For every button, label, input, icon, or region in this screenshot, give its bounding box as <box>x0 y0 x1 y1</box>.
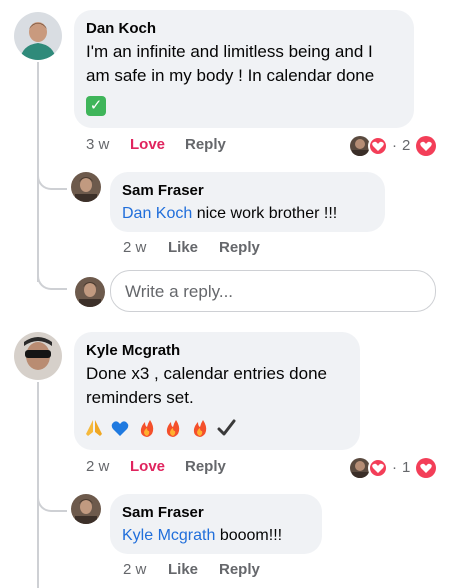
love-reaction-button[interactable]: Love <box>130 136 165 153</box>
avatar-dan-koch[interactable] <box>14 12 62 60</box>
reply-button[interactable]: Reply <box>185 136 226 153</box>
thread-branch <box>37 160 67 190</box>
reply-author[interactable]: Sam Fraser <box>122 504 204 521</box>
avatar-sam-fraser[interactable] <box>71 172 101 202</box>
reply-text: Kyle Mcgrath booom!!! <box>122 524 282 548</box>
comment-author[interactable]: Kyle Mcgrath <box>86 342 180 359</box>
reactor-avatar <box>350 458 370 478</box>
avatar-current-user <box>75 277 105 307</box>
reaction-separator: · <box>392 459 397 476</box>
reply-bubble: Sam Fraser Kyle Mcgrath booom!!! <box>110 494 322 554</box>
mention-link[interactable]: Dan Koch <box>122 205 192 222</box>
check-icon: ✓ <box>86 96 106 116</box>
reply-button[interactable]: Reply <box>185 458 226 475</box>
comment-timestamp[interactable]: 2 w <box>86 458 109 475</box>
reply-text: Dan Koch nice work brother !!! <box>122 202 337 226</box>
reaction-count: 1 <box>402 459 411 476</box>
reply-text-body: booom!!! <box>215 527 283 544</box>
avatar-sam-fraser[interactable] <box>71 494 101 524</box>
fire-icon <box>190 418 210 438</box>
check-mark-icon <box>216 418 236 438</box>
emoji-line <box>84 418 236 438</box>
blue-heart-icon <box>110 418 130 438</box>
love-reaction-button[interactable]: Love <box>130 458 165 475</box>
mention-link[interactable]: Kyle Mcgrath <box>122 527 215 544</box>
reply-timestamp[interactable]: 2 w <box>123 561 146 578</box>
like-button[interactable]: Like <box>168 239 198 256</box>
fire-icon <box>137 418 157 438</box>
reply-button[interactable]: Reply <box>219 239 260 256</box>
fire-icon <box>163 418 183 438</box>
heart-reaction-icon <box>368 136 388 156</box>
thread-branch <box>37 482 67 512</box>
heart-icon <box>416 458 436 478</box>
comment-bubble: Dan Koch I'm an infinite and limitless b… <box>74 10 414 128</box>
like-button[interactable]: Like <box>168 561 198 578</box>
avatar-kyle-mcgrath[interactable] <box>14 332 62 380</box>
reply-author[interactable]: Sam Fraser <box>122 182 204 199</box>
heart-reaction-icon <box>368 458 388 478</box>
comment-text-line: reminders set. <box>86 388 194 407</box>
reply-button[interactable]: Reply <box>219 561 260 578</box>
reply-bubble: Sam Fraser Dan Koch nice work brother !!… <box>110 172 385 232</box>
reaction-separator: · <box>392 137 397 154</box>
comment-author[interactable]: Dan Koch <box>86 20 156 37</box>
reactions-summary[interactable]: · 1 <box>350 457 440 479</box>
praying-hands-icon <box>84 418 104 438</box>
thread-branch <box>37 260 67 290</box>
reactor-avatar <box>350 136 370 156</box>
reactions-summary[interactable]: · 2 <box>350 135 440 157</box>
comment-text-line: I'm an infinite and limitless being and … <box>86 42 373 61</box>
comment-bubble: Kyle Mcgrath Done x3 , calendar entries … <box>74 332 360 450</box>
reply-timestamp[interactable]: 2 w <box>123 239 146 256</box>
heart-icon <box>416 136 436 156</box>
reaction-count: 2 <box>402 137 411 154</box>
reply-text-body: nice work brother !!! <box>192 205 338 222</box>
comment-text-line: Done x3 , calendar entries done <box>86 364 327 383</box>
check-mark-emoji: ✓ <box>86 96 106 116</box>
write-reply-input[interactable]: Write a reply... <box>110 270 436 312</box>
comment-text-line: am safe in my body ! In calendar done <box>86 66 375 85</box>
comment-timestamp[interactable]: 3 w <box>86 136 109 153</box>
write-reply-placeholder: Write a reply... <box>125 282 234 301</box>
